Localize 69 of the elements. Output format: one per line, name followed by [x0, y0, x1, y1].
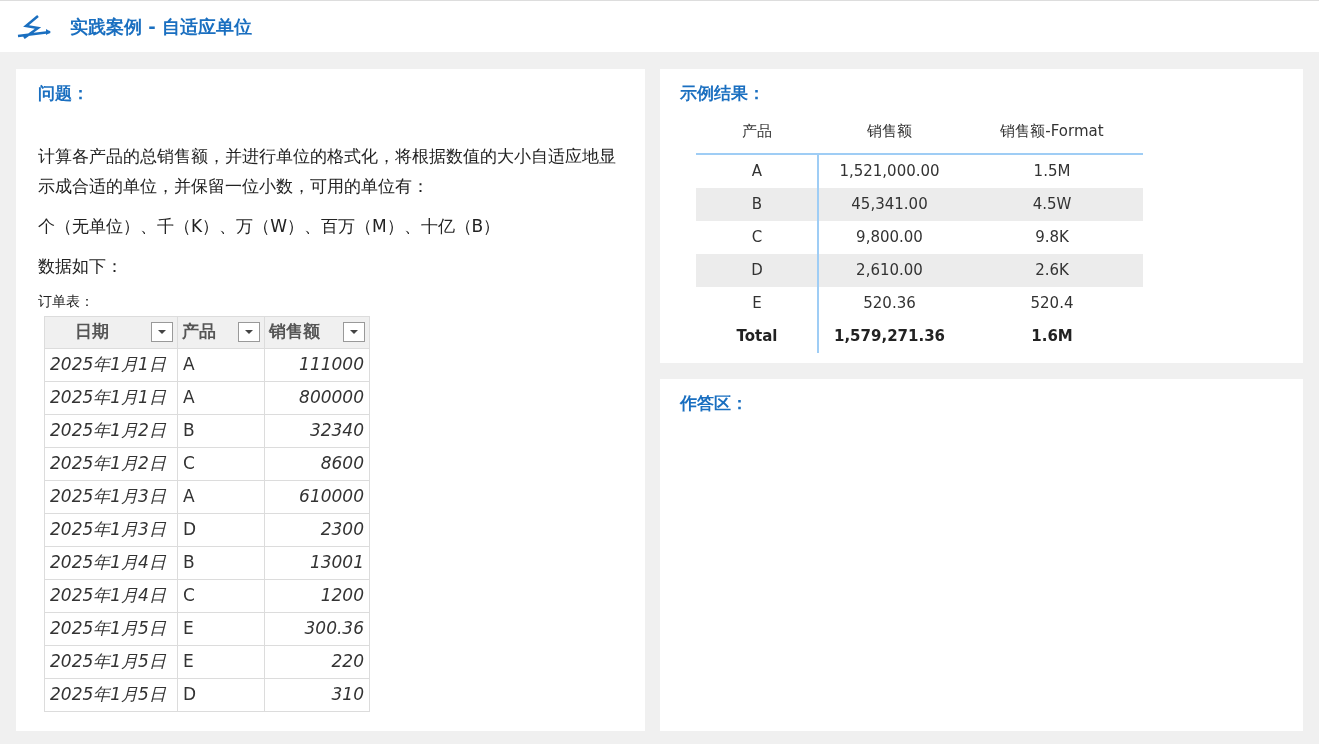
filter-dropdown-icon[interactable]	[151, 322, 173, 342]
table-cell: B	[177, 546, 265, 579]
table-cell-text: 9.8K	[1034, 226, 1070, 248]
table-cell: D	[177, 513, 265, 546]
table-cell: 2025年1月3日	[44, 480, 178, 513]
table-cell-text: 2,610.00	[855, 259, 924, 281]
column-header: 销售额	[269, 320, 320, 344]
table-cell: A	[177, 480, 265, 513]
table-cell-text: D	[750, 259, 764, 281]
column-header: 销售额-Format	[999, 121, 1105, 143]
section-title: 问题：	[38, 82, 90, 105]
filter-dropdown-icon[interactable]	[238, 322, 260, 342]
table-cell: A	[177, 348, 265, 381]
logo-icon	[16, 13, 52, 40]
page-title: 实践案例 - 自适应单位	[70, 15, 252, 39]
table-cell-text: B	[750, 193, 764, 215]
table-cell: C	[177, 579, 265, 612]
table-cell: 8600	[264, 447, 370, 480]
table-cell: 2025年1月5日	[44, 645, 178, 678]
table-cell: 2025年1月2日	[44, 447, 178, 480]
table-cell: B	[177, 414, 265, 447]
table-cell-text: E	[751, 292, 763, 314]
table-cell-text: C	[750, 226, 764, 248]
paragraph: 数据如下：	[38, 254, 124, 278]
paragraph: 个（无单位）、千（K）、万（W）、百万（M）、十亿（B）	[38, 214, 502, 238]
table-cell: C	[177, 447, 265, 480]
table-cell: E	[177, 612, 265, 645]
table-cell: 13001	[264, 546, 370, 579]
table-cell-text: 520.36	[862, 292, 917, 314]
column-header: 日期	[75, 320, 109, 344]
table-cell-text: 1,579,271.36	[833, 325, 946, 347]
table-cell-text: 1.5M	[1032, 160, 1072, 182]
table-cell: 800000	[264, 381, 370, 414]
table-cell: 310	[264, 678, 370, 711]
table-cell: 2025年1月1日	[44, 381, 178, 414]
table-cell-text: Total	[735, 325, 779, 347]
table-cell-text: 1,521,000.00	[838, 160, 941, 182]
table-cell: 2025年1月4日	[44, 579, 178, 612]
table-cell: 2025年1月4日	[44, 546, 178, 579]
table-cell-text: A	[750, 160, 764, 182]
section-title: 示例结果：	[680, 82, 766, 105]
section-title: 作答区：	[680, 392, 749, 415]
table-cell-text: 520.4	[1029, 292, 1075, 314]
paragraph: 计算各产品的总销售额，并进行单位的格式化，将根据数值的大小自适应地显示成合适的单位，并保留一位小数，可用的单位有：	[38, 144, 617, 198]
table-cell: 2025年1月5日	[44, 678, 178, 711]
column-header: 产品	[741, 121, 773, 143]
table-cell: A	[177, 381, 265, 414]
table-cell: 2300	[264, 513, 370, 546]
table-cell: 32340	[264, 414, 370, 447]
table-cell: 220	[264, 645, 370, 678]
table-cell: E	[177, 645, 265, 678]
table-cell-text: 2.6K	[1034, 259, 1070, 281]
table-cell: D	[177, 678, 265, 711]
table-cell: 610000	[264, 480, 370, 513]
table-cell-text: 1.6M	[1030, 325, 1074, 347]
table-cell: 111000	[264, 348, 370, 381]
table-caption: 订单表：	[38, 291, 95, 311]
table-cell-text: 9,800.00	[855, 226, 924, 248]
table-cell: 2025年1月2日	[44, 414, 178, 447]
table-cell-text: 45,341.00	[850, 193, 929, 215]
column-header: 产品	[182, 320, 216, 344]
column-header: 销售额	[866, 121, 913, 143]
filter-dropdown-icon[interactable]	[343, 322, 365, 342]
table-cell: 300.36	[264, 612, 370, 645]
table-cell: 1200	[264, 579, 370, 612]
table-cell-text: 4.5W	[1031, 193, 1073, 215]
table-cell: 2025年1月1日	[44, 348, 178, 381]
table-cell: 2025年1月5日	[44, 612, 178, 645]
table-cell: 2025年1月3日	[44, 513, 178, 546]
